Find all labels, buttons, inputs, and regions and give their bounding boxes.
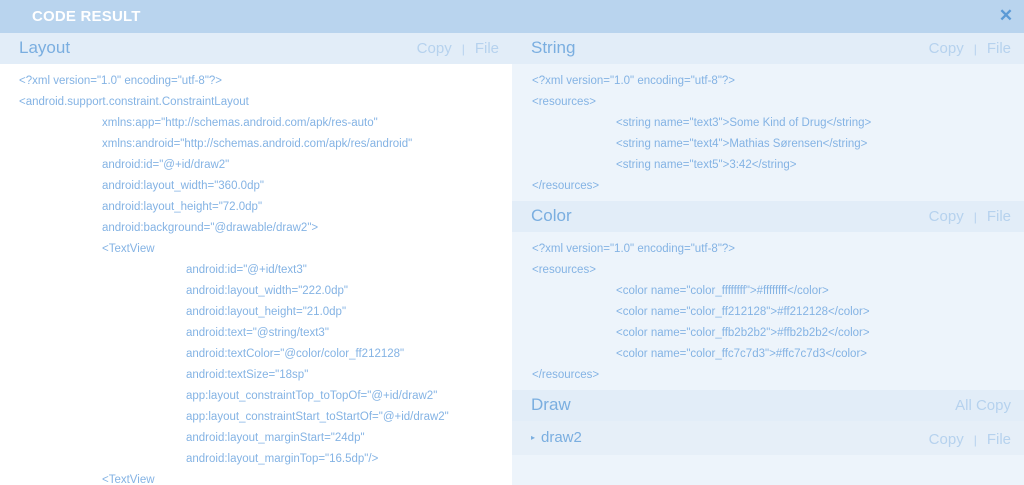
code-line: android:layout_width="360.0dp"	[102, 180, 264, 192]
code-line: </resources>	[532, 180, 600, 192]
string-title: String	[531, 38, 576, 57]
code-line: <string name="text3">Some Kind of Drug</…	[616, 117, 872, 129]
code-line: android:text="@string/text3"	[186, 327, 329, 339]
separator: |	[973, 210, 977, 224]
color-header: Color Copy | File	[512, 201, 1024, 232]
window-title: CODE RESULT	[32, 8, 141, 25]
draw-title: Draw	[531, 395, 571, 414]
color-title: Color	[531, 206, 572, 225]
code-line: <android.support.constraint.ConstraintLa…	[19, 96, 249, 108]
layout-copy-button[interactable]: Copy	[417, 40, 452, 57]
draw-item-file-button[interactable]: File	[987, 431, 1011, 448]
draw-actions: All Copy	[955, 397, 1011, 414]
code-line: <?xml version="1.0" encoding="utf-8"?>	[19, 75, 223, 87]
code-line: <color name="color_ffc7c7d3">#ffc7c7d3</…	[616, 348, 868, 360]
code-line: <color name="color_ff212128">#ff212128</…	[616, 306, 870, 318]
color-section: Color Copy | File <?xml version="1.0" enco…	[512, 201, 1024, 390]
code-line: <?xml version="1.0" encoding="utf-8"?>	[532, 243, 736, 255]
string-code: <?xml version="1.0" encoding="utf-8"?> <…	[512, 64, 1024, 201]
code-line: android:layout_height="72.0dp"	[102, 201, 263, 213]
code-line: android:background="@drawable/draw2">	[102, 222, 319, 234]
draw-section: Draw All Copy ▸ draw2 Copy | File	[512, 390, 1024, 455]
code-line: <resources>	[532, 96, 596, 108]
draw-item-actions: Copy | File	[929, 431, 1011, 448]
code-line: android:id="@+id/draw2"	[102, 159, 230, 171]
code-line: app:layout_constraintStart_toStartOf="@+…	[186, 411, 449, 423]
draw-item-name[interactable]: draw2	[541, 429, 582, 446]
draw-item-copy-button[interactable]: Copy	[929, 431, 964, 448]
code-line: xmlns:android="http://schemas.android.co…	[102, 138, 413, 150]
string-section: String Copy | File <?xml version="1.0" enc…	[512, 33, 1024, 201]
code-line: android:textSize="18sp"	[186, 369, 309, 381]
code-line: android:id="@+id/text3"	[186, 264, 307, 276]
code-line: <TextView	[102, 474, 155, 485]
color-code: <?xml version="1.0" encoding="utf-8"?> <…	[512, 232, 1024, 390]
color-copy-button[interactable]: Copy	[929, 208, 964, 225]
draw-all-copy-button[interactable]: All Copy	[955, 397, 1011, 414]
resources-panel: String Copy | File <?xml version="1.0" enc…	[512, 33, 1024, 485]
draw-header: Draw All Copy	[512, 390, 1024, 421]
code-line: <resources>	[532, 264, 596, 276]
title-bar: CODE RESULT ✕	[0, 0, 1024, 33]
string-file-button[interactable]: File	[987, 40, 1011, 57]
string-header: String Copy | File	[512, 33, 1024, 64]
layout-panel: Layout Copy | File <?xml version="1.0" enc…	[0, 33, 512, 485]
string-copy-button[interactable]: Copy	[929, 40, 964, 57]
code-line: xmlns:app="http://schemas.android.com/ap…	[102, 117, 378, 129]
code-line: <string name="text5">3:42</string>	[616, 159, 797, 171]
separator: |	[973, 42, 977, 56]
code-line: <string name="text4">Mathias Sørensen</s…	[616, 138, 868, 150]
layout-file-button[interactable]: File	[475, 40, 499, 57]
layout-code: <?xml version="1.0" encoding="utf-8"?> <…	[0, 64, 512, 485]
code-line: app:layout_constraintTop_toTopOf="@+id/d…	[186, 390, 438, 402]
code-line: android:layout_width="222.0dp"	[186, 285, 348, 297]
layout-actions: Copy | File	[417, 40, 499, 57]
separator: |	[461, 42, 465, 56]
code-line: <TextView	[102, 243, 155, 255]
expand-triangle-icon[interactable]: ▸	[531, 433, 535, 442]
layout-title: Layout	[19, 38, 71, 57]
code-line: android:layout_marginStart="24dp"	[186, 432, 365, 444]
code-line: <color name="color_ffb2b2b2">#ffb2b2b2</…	[616, 327, 870, 339]
close-icon[interactable]: ✕	[996, 6, 1016, 26]
string-actions: Copy | File	[929, 40, 1011, 57]
code-line: android:textColor="@color/color_ff212128…	[186, 348, 405, 360]
code-line: android:layout_height="21.0dp"	[186, 306, 347, 318]
draw-item[interactable]: ▸ draw2 Copy | File	[512, 421, 1024, 455]
code-line: android:layout_marginTop="16.5dp"/>	[186, 453, 379, 465]
separator: |	[973, 433, 977, 447]
code-line: </resources>	[532, 369, 600, 381]
code-line: <?xml version="1.0" encoding="utf-8"?>	[532, 75, 736, 87]
color-actions: Copy | File	[929, 208, 1011, 225]
color-file-button[interactable]: File	[987, 208, 1011, 225]
layout-header: Layout Copy | File	[0, 33, 512, 64]
code-line: <color name="color_ffffffff">#ffffffff</…	[616, 285, 829, 297]
